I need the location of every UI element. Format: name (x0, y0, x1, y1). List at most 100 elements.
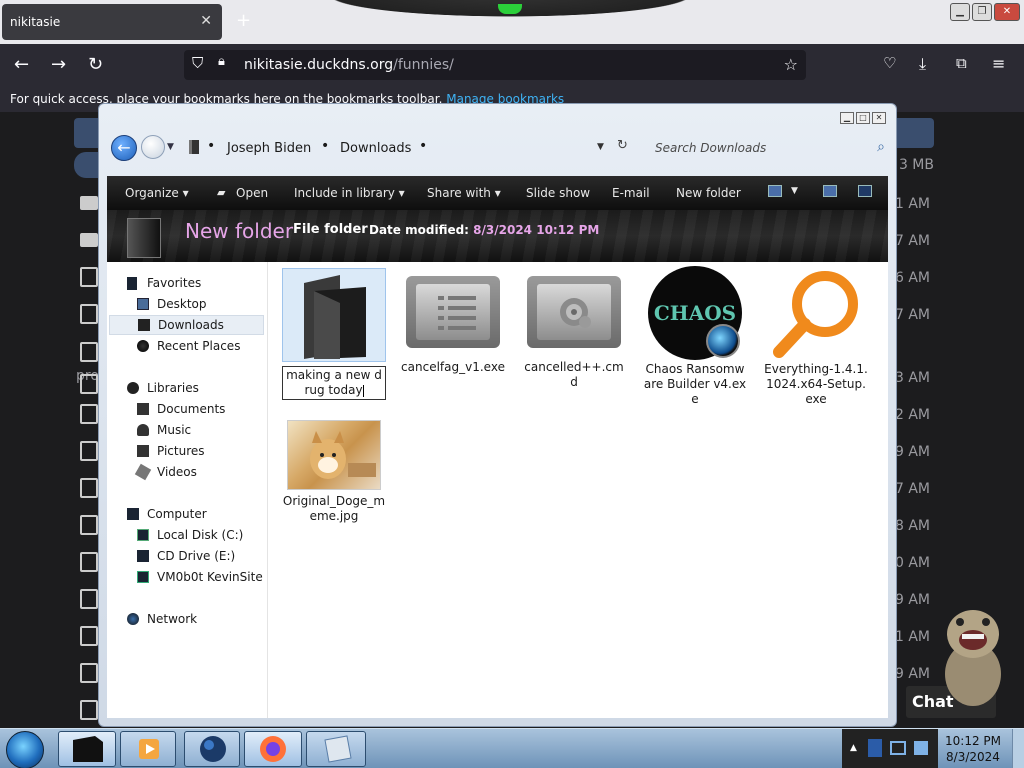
clock-date: 8/3/2024 (946, 750, 1000, 764)
breadcrumb-separator-icon[interactable]: • (419, 138, 427, 154)
doge-image-thumbnail (287, 420, 381, 490)
explorer-back-button[interactable]: ← (111, 135, 137, 161)
tray-app-icon[interactable] (868, 739, 882, 757)
taskbar: ▲ 10:12 PM 8/3/2024 (0, 728, 1024, 768)
chaos-logo-text: CHAOS (653, 301, 737, 325)
file-icon (80, 304, 98, 324)
tray-expand-icon[interactable]: ▲ (850, 743, 857, 753)
volume-icon[interactable] (914, 741, 928, 755)
explorer-window: ▁ □ ✕ ← ▼ • Joseph Biden • Downloads • ▼… (98, 103, 897, 727)
breadcrumb-separator-icon[interactable]: • (207, 138, 215, 154)
file-item-new-folder[interactable]: making a new drug today (281, 268, 387, 400)
drive-icon (189, 140, 199, 154)
file-item-chaos[interactable]: CHAOS Chaos Ransomware Builder v4.exe (642, 266, 748, 407)
command-bar: Organize ▾ ▰ Open Include in library ▾ S… (107, 176, 888, 210)
lock-icon[interactable]: 🔒︎ (218, 54, 225, 69)
network-drive-icon (137, 571, 149, 583)
refresh-icon[interactable]: ↻ (617, 138, 628, 153)
shield-icon[interactable]: ⛉ (192, 54, 203, 72)
download-icon[interactable]: ⤓ (919, 54, 926, 74)
bookmark-star-icon[interactable]: ☆ (784, 55, 798, 74)
explorer-minimize-icon[interactable]: ▁ (840, 112, 854, 124)
row-time: 6 AM (894, 270, 930, 286)
taskbar-firefox-button[interactable] (244, 731, 302, 767)
file-icon (80, 552, 98, 572)
breadcrumb-downloads[interactable]: Downloads (340, 141, 411, 156)
new-tab-icon[interactable]: + (236, 10, 251, 31)
share-with-button[interactable]: Share with ▾ (427, 186, 501, 200)
breadcrumb[interactable]: • Joseph Biden • Downloads • (185, 134, 595, 162)
file-label: Everything-1.4.1.1024.x64-Setup.exe (764, 362, 868, 406)
taskbar-globe-button[interactable] (184, 731, 240, 767)
view-dropdown-icon[interactable]: ▼ (791, 186, 798, 196)
file-icon (80, 589, 98, 609)
network-tray-icon[interactable] (890, 741, 906, 755)
file-icon (80, 267, 98, 287)
size-text: 3 MB (898, 157, 934, 173)
open-button[interactable]: Open (236, 186, 268, 200)
search-icon[interactable]: ⌕ (877, 139, 885, 155)
tab-close-icon[interactable]: ✕ (200, 13, 212, 29)
row-time: 9 AM (894, 444, 930, 460)
search-input[interactable]: Search Downloads ⌕ (645, 136, 891, 160)
pictures-icon (137, 445, 149, 457)
browser-tab[interactable]: nikitasie ✕ (2, 4, 222, 40)
file-list: making a new drug today cancelfag_v1.exe (267, 262, 888, 718)
file-label: Original_Doge_meme.jpg (282, 494, 386, 523)
include-in-library-button[interactable]: Include in library ▾ (294, 186, 405, 200)
window-controls: ▁ ❐ ✕ (950, 3, 1020, 21)
help-icon[interactable] (858, 185, 872, 197)
recent-places-icon (137, 340, 149, 352)
explorer-forward-button[interactable] (141, 135, 165, 159)
nav-downloads[interactable]: Downloads (109, 315, 264, 335)
minimize-icon[interactable]: ▁ (950, 3, 970, 21)
file-item-everything[interactable]: Everything-1.4.1.1024.x64-Setup.exe (763, 266, 869, 407)
breadcrumb-joseph-biden[interactable]: Joseph Biden (227, 141, 311, 156)
details-name: New folder (185, 219, 294, 243)
file-item-cancelled[interactable]: cancelled++.cmd (521, 276, 627, 390)
theme-decoration (300, 0, 720, 20)
menu-icon[interactable]: ≡ (992, 54, 1005, 73)
rename-input[interactable]: making a new drug today (282, 366, 386, 400)
details-type: File folder (293, 222, 368, 237)
row-time: 7 AM (894, 307, 930, 323)
details-pane: New folder File folder Date modified: 8/… (107, 210, 888, 262)
extensions-icon[interactable]: ⧉ (956, 54, 967, 72)
email-button[interactable]: E-mail (612, 186, 650, 200)
cd-drive-icon (137, 550, 149, 562)
organize-button[interactable]: Organize ▾ (125, 186, 189, 200)
back-arrow-icon[interactable]: ← (14, 54, 29, 75)
taskbar-notepad-button[interactable] (306, 731, 366, 767)
taskbar-clock[interactable]: 10:12 PM 8/3/2024 (940, 733, 1006, 765)
exe-icon (406, 276, 500, 348)
taskbar-explorer-button[interactable] (58, 731, 116, 767)
history-dropdown-icon[interactable]: ▼ (167, 142, 174, 152)
row-time: 3 AM (894, 370, 930, 386)
file-item-doge[interactable]: Original_Doge_meme.jpg (281, 420, 387, 524)
file-icon (80, 404, 98, 424)
row-time: 7 AM (894, 233, 930, 249)
file-item-cancelfag[interactable]: cancelfag_v1.exe (400, 276, 506, 375)
url-bar[interactable]: ⛉ 🔒︎ nikitasie.duckdns.org/funnies/ ☆ (184, 50, 806, 80)
address-dropdown-icon[interactable]: ▼ (597, 142, 604, 152)
pocket-icon[interactable]: ♡ (883, 54, 896, 72)
taskbar-media-player-button[interactable] (120, 731, 176, 767)
start-button[interactable] (6, 731, 44, 768)
browser-tab-bar: nikitasie ✕ + ▁ ❐ ✕ (0, 0, 1024, 44)
view-options-icon[interactable] (768, 185, 782, 197)
media-player-icon (139, 739, 159, 759)
reload-icon[interactable]: ↻ (88, 54, 103, 75)
cmd-icon (527, 276, 621, 348)
preview-pane-icon[interactable] (823, 185, 837, 197)
new-folder-button[interactable]: New folder (676, 186, 741, 200)
show-desktop-button[interactable] (1012, 729, 1024, 768)
explorer-close-icon[interactable]: ✕ (872, 112, 886, 124)
navigation-pane: Favorites Desktop Downloads Recent Place… (107, 262, 267, 718)
slide-show-button[interactable]: Slide show (526, 186, 590, 200)
forward-arrow-icon[interactable]: → (51, 54, 66, 75)
explorer-maximize-icon[interactable]: □ (856, 112, 870, 124)
desktop-icon (137, 298, 149, 310)
breadcrumb-separator-icon[interactable]: • (321, 138, 329, 154)
close-icon[interactable]: ✕ (994, 3, 1020, 21)
maximize-icon[interactable]: ❐ (972, 3, 992, 21)
